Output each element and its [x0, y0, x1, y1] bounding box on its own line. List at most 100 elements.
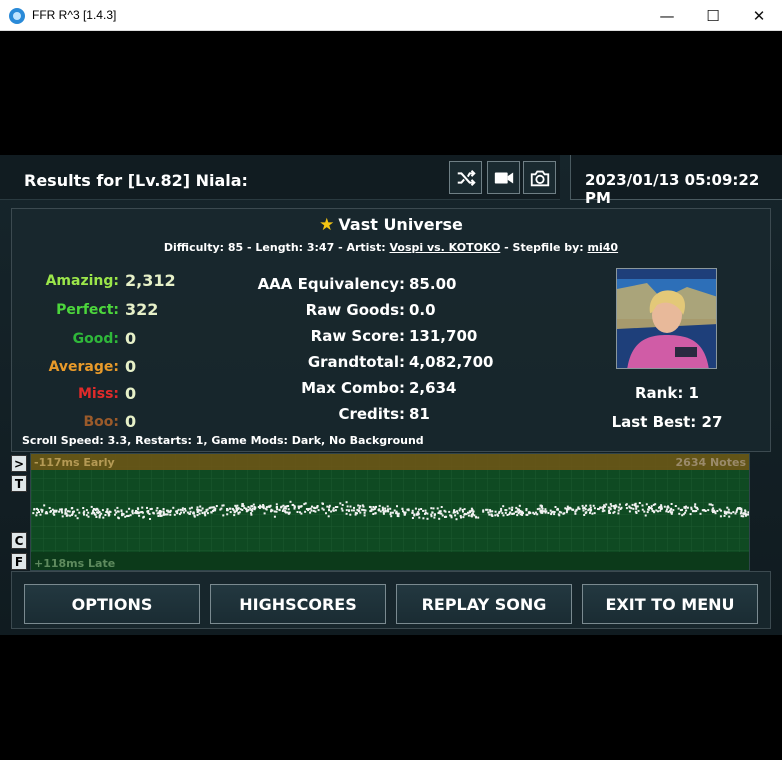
hit-point — [159, 515, 162, 517]
hit-point — [210, 511, 213, 514]
hit-point — [696, 506, 699, 509]
hit-point — [90, 512, 93, 515]
hit-point — [566, 505, 569, 508]
hit-point — [193, 515, 196, 518]
hit-point — [619, 508, 622, 510]
hit-point — [411, 509, 414, 512]
hit-point — [325, 512, 327, 515]
hit-point — [728, 515, 731, 518]
hit-point — [32, 512, 35, 515]
options-button[interactable]: OPTIONS — [24, 584, 200, 624]
hit-point — [482, 510, 485, 513]
hit-point — [692, 510, 695, 512]
screenshot-button[interactable] — [523, 161, 556, 194]
hit-point — [602, 506, 605, 509]
hit-point — [137, 512, 140, 515]
stat-value-aaa: 85.00 — [409, 275, 457, 293]
hit-point — [384, 507, 387, 510]
hit-point — [434, 513, 436, 516]
hit-point — [403, 512, 406, 515]
stepfile-author-link[interactable]: mi40 — [588, 241, 619, 254]
hit-point — [85, 514, 88, 517]
graph-type-button[interactable]: T — [11, 475, 27, 492]
hit-point — [330, 510, 333, 513]
hit-point — [268, 505, 271, 508]
exit-to-menu-button[interactable]: EXIT TO MENU — [582, 584, 758, 624]
hit-point — [95, 516, 98, 518]
hit-point — [104, 514, 107, 516]
hit-point — [413, 513, 416, 516]
hit-point — [206, 512, 209, 515]
hit-point — [465, 513, 468, 516]
hit-point — [521, 513, 524, 516]
song-info: Difficulty: 85 - Length: 3:47 - Artist: … — [12, 241, 770, 254]
hit-point — [282, 504, 285, 507]
hit-point — [284, 511, 287, 514]
hit-point — [361, 508, 364, 511]
accuracy-graph: -117ms Early 2634 Notes +118ms Late — [30, 453, 750, 571]
hit-point — [222, 514, 225, 517]
close-window-button[interactable]: ✕ — [736, 0, 782, 31]
hit-point — [682, 513, 685, 516]
hit-point — [265, 508, 268, 511]
hit-point — [124, 515, 127, 518]
hit-point — [87, 515, 90, 518]
graph-filter-button[interactable]: F — [11, 553, 27, 570]
hit-point — [241, 503, 244, 506]
hit-point — [526, 513, 529, 516]
hit-point — [61, 515, 64, 518]
hit-point — [386, 505, 389, 508]
hit-point — [683, 506, 686, 509]
hit-point — [141, 506, 144, 509]
hit-point — [273, 510, 276, 513]
hit-point — [40, 508, 43, 511]
hit-point — [310, 509, 313, 512]
maximize-button[interactable]: ☐ — [690, 0, 736, 31]
hit-point — [239, 508, 242, 511]
hit-point — [181, 507, 184, 510]
replay-song-button[interactable]: REPLAY SONG — [396, 584, 572, 624]
hit-point — [411, 511, 414, 514]
hit-point — [97, 511, 100, 514]
hit-point — [215, 505, 218, 507]
hit-point — [638, 502, 641, 504]
hit-point — [707, 509, 710, 512]
random-song-button[interactable] — [449, 161, 482, 194]
hit-point — [591, 512, 594, 515]
early-label: -117ms Early — [34, 456, 115, 469]
graph-combo-button[interactable]: C — [11, 532, 27, 549]
song-title-row: ★ Vast Universe — [12, 215, 770, 235]
hit-point — [393, 509, 396, 512]
minimize-button[interactable]: — — [644, 0, 690, 31]
hit-point — [536, 508, 539, 511]
hit-point — [601, 510, 604, 513]
graph-expand-button[interactable]: > — [11, 455, 27, 472]
hit-point — [411, 517, 414, 519]
stat-value-raw-goods: 0.0 — [409, 301, 436, 319]
hit-point — [65, 514, 68, 517]
hit-point — [196, 514, 199, 517]
hit-point — [152, 511, 155, 514]
hit-point — [245, 508, 248, 510]
hit-point — [401, 507, 404, 510]
hit-point — [665, 510, 668, 513]
hit-point — [518, 504, 521, 507]
hit-point — [500, 507, 503, 510]
hit-point — [51, 508, 54, 511]
hit-point — [169, 513, 172, 516]
player-avatar — [616, 268, 717, 369]
hit-point — [614, 507, 616, 510]
hit-point — [650, 505, 653, 508]
save-replay-button[interactable] — [487, 161, 520, 194]
stat-value-max-combo: 2,634 — [409, 379, 457, 397]
artist-link[interactable]: Vospi vs. KOTOKO — [389, 241, 500, 254]
hit-point — [128, 507, 131, 510]
highscores-button[interactable]: HIGHSCORES — [210, 584, 386, 624]
game-info-line: Scroll Speed: 3.3, Restarts: 1, Game Mod… — [22, 434, 424, 447]
hit-point — [592, 504, 595, 507]
hit-point — [472, 510, 475, 513]
hit-point — [685, 509, 688, 512]
hit-point — [188, 507, 191, 510]
hit-point — [90, 505, 93, 508]
judge-label-miss: Miss: — [78, 386, 119, 402]
